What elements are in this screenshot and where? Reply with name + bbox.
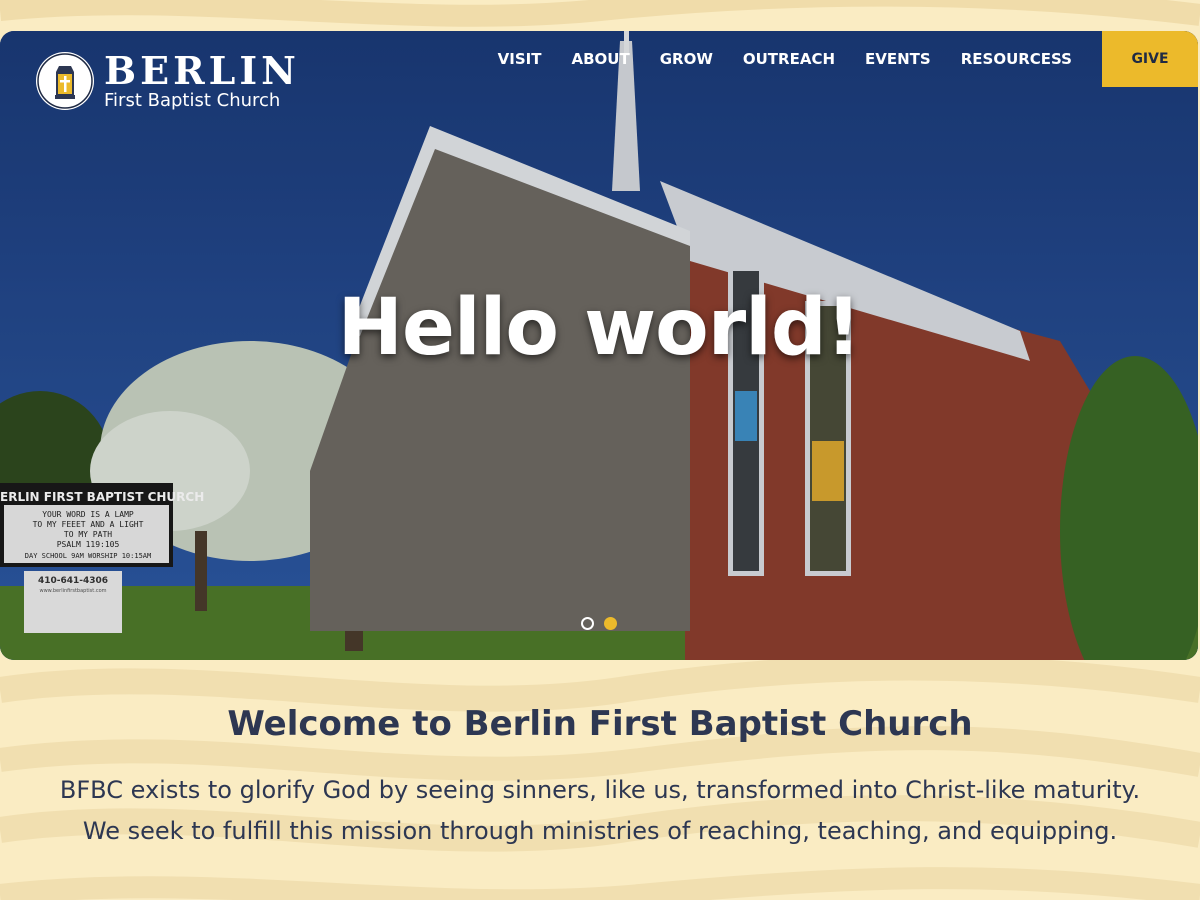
hero-carousel: ERLIN FIRST BAPTIST CHURCH YOUR WORD IS … — [0, 31, 1198, 660]
main-nav: VISIT ABOUT GROW OUTREACH EVENTS RESOURC… — [498, 31, 1198, 87]
nav-resources[interactable]: RESOURCESS — [961, 31, 1072, 87]
nav-events[interactable]: EVENTS — [865, 31, 931, 87]
carousel-dot-2-active[interactable] — [604, 617, 617, 630]
logo-subtitle: First Baptist Church — [104, 89, 281, 111]
nav-visit[interactable]: VISIT — [498, 31, 542, 87]
mission-line-2: We seek to fulfill this mission through … — [82, 817, 1118, 845]
welcome-title: Welcome to Berlin First Baptist Church — [227, 704, 973, 744]
lamp-cross-icon — [36, 52, 94, 110]
carousel-dot-1[interactable] — [581, 617, 594, 630]
nav-grow[interactable]: GROW — [660, 31, 713, 87]
nav-about[interactable]: ABOUT — [571, 31, 629, 87]
mission-line-1: BFBC exists to glorify God by seeing sin… — [59, 776, 1141, 804]
site-logo[interactable]: BERLIN First Baptist Church — [34, 50, 300, 112]
welcome-section: Welcome to Berlin First Baptist Church B… — [0, 704, 1200, 852]
carousel-indicators — [581, 617, 627, 630]
give-button[interactable]: GIVE — [1102, 31, 1198, 87]
nav-outreach[interactable]: OUTREACH — [743, 31, 835, 87]
hero-title: Hello world! — [337, 283, 862, 373]
logo-name: BERLIN — [104, 47, 300, 93]
mission-statement: BFBC exists to glorify God by seeing sin… — [0, 770, 1200, 852]
